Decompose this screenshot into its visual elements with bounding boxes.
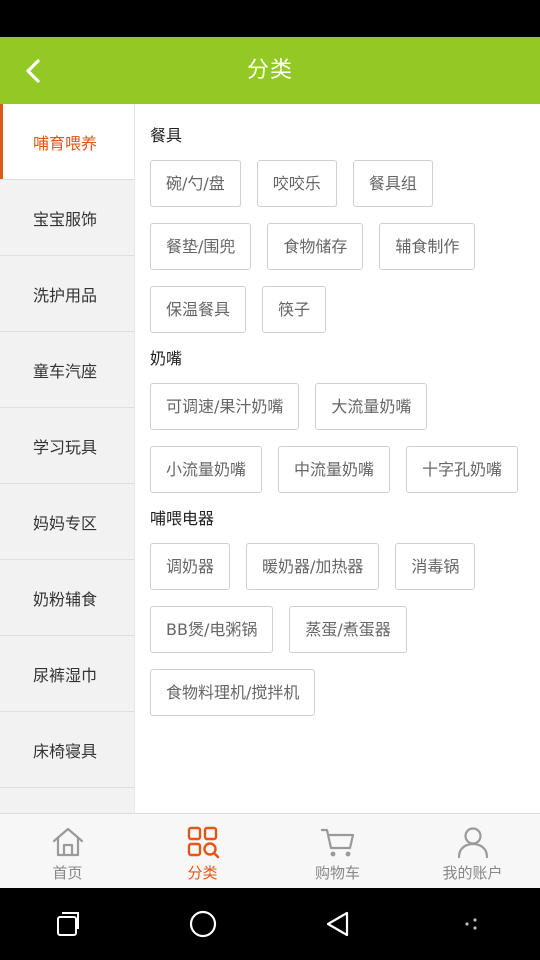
tag-button[interactable]: 餐具组 (352, 160, 433, 207)
sidebar-item-strollers[interactable]: 童车汽座 (0, 332, 134, 408)
tag-button[interactable]: 咬咬乐 (256, 160, 337, 207)
system-nav-bar (0, 888, 540, 960)
bottom-tab-bar: 首页 分类 购物车 我的账户 (0, 813, 540, 889)
dots-icon (464, 918, 477, 930)
tag-button[interactable]: 食物储存 (267, 223, 364, 270)
tab-cart[interactable]: 购物车 (270, 814, 405, 889)
section-title: 奶嘴 (150, 349, 183, 368)
tag-button[interactable]: 暖奶器/加热器 (246, 543, 380, 590)
tag-button[interactable]: 碗/勺/盘 (150, 160, 241, 207)
tag-group: 碗/勺/盘 咬咬乐 餐具组 餐垫/围兜 食物储存 辅食制作 保温餐具 筷子 (135, 146, 540, 349)
sidebar-item-mom[interactable]: 妈妈专区 (0, 484, 134, 560)
sidebar-item-toys[interactable]: 学习玩具 (0, 408, 134, 484)
tab-account[interactable]: 我的账户 (405, 814, 540, 889)
sidebar-item-label: 学习玩具 (33, 437, 98, 457)
sidebar-item-formula[interactable]: 奶粉辅食 (0, 560, 134, 636)
sidebar-item-partial[interactable] (0, 788, 134, 813)
tag-button[interactable]: 中流量奶嘴 (278, 446, 391, 493)
sidebar-item-diapers[interactable]: 尿裤湿巾 (0, 636, 134, 712)
sidebar-item-bedding[interactable]: 床椅寝具 (0, 712, 134, 788)
status-bar (0, 0, 540, 37)
page-title: 分类 (246, 58, 293, 83)
recent-apps-icon (56, 912, 79, 936)
home-circle-icon (189, 910, 216, 938)
tab-category[interactable]: 分类 (135, 814, 270, 889)
tag-button[interactable]: 蒸蛋/煮蛋器 (289, 606, 407, 653)
sidebar-item-label: 洗护用品 (33, 285, 98, 305)
section-title: 餐具 (150, 126, 183, 145)
tag-button[interactable]: 消毒锅 (395, 543, 476, 590)
tag-group: 可调速/果汁奶嘴 大流量奶嘴 小流量奶嘴 中流量奶嘴 十字孔奶嘴 (135, 369, 540, 509)
tag-button[interactable]: 大流量奶嘴 (315, 383, 428, 430)
category-icon (184, 824, 222, 860)
tab-label: 购物车 (314, 864, 360, 882)
menu-dots-button[interactable] (443, 894, 503, 954)
tag-button[interactable]: BB煲/电粥锅 (150, 606, 274, 653)
sidebar-item-label: 奶粉辅食 (33, 589, 98, 609)
tag-button[interactable]: 十字孔奶嘴 (406, 446, 519, 493)
sidebar-item-label: 妈妈专区 (33, 513, 98, 533)
tab-label: 我的账户 (442, 864, 503, 882)
back-nav-button[interactable] (308, 894, 368, 954)
sidebar-item-label: 床椅寝具 (33, 741, 98, 761)
sidebar-item-care[interactable]: 洗护用品 (0, 256, 134, 332)
header-bar: 分类 (0, 37, 540, 104)
tag-button[interactable]: 餐垫/围兜 (150, 223, 252, 270)
home-icon (49, 824, 87, 860)
tag-button[interactable]: 小流量奶嘴 (150, 446, 263, 493)
tag-button[interactable]: 筷子 (262, 286, 327, 333)
sidebar-item-label: 宝宝服饰 (33, 209, 98, 229)
sidebar-item-label: 尿裤湿巾 (33, 665, 98, 685)
tag-button[interactable]: 可调速/果汁奶嘴 (150, 383, 300, 430)
tag-group: 调奶器 暖奶器/加热器 消毒锅 BB煲/电粥锅 蒸蛋/煮蛋器 食物料理机/搅拌机 (135, 529, 540, 732)
sidebar-item-label: 童车汽座 (33, 361, 98, 381)
back-triangle-icon (326, 911, 348, 937)
subcategory-panel: 餐具 碗/勺/盘 咬咬乐 餐具组 餐垫/围兜 食物储存 辅食制作 保温餐具 筷子… (135, 104, 540, 813)
tab-label: 分类 (187, 864, 218, 882)
tag-button[interactable]: 食物料理机/搅拌机 (150, 669, 316, 716)
cart-icon (319, 824, 357, 860)
section-title: 哺喂电器 (150, 509, 215, 528)
tag-button[interactable]: 辅食制作 (379, 223, 476, 270)
home-button[interactable] (173, 894, 233, 954)
tag-button[interactable]: 保温餐具 (150, 286, 247, 333)
category-sidebar: 哺育喂养 宝宝服饰 洗护用品 童车汽座 学习玩具 妈妈专区 奶粉辅食 尿裤湿巾 … (0, 104, 135, 813)
sidebar-item-clothing[interactable]: 宝宝服饰 (0, 180, 134, 256)
tag-button[interactable]: 调奶器 (150, 543, 231, 590)
account-icon (454, 824, 492, 860)
sidebar-item-label: 哺育喂养 (33, 133, 98, 153)
recent-apps-button[interactable] (38, 894, 98, 954)
sidebar-item-feeding[interactable]: 哺育喂养 (0, 104, 134, 180)
tab-home[interactable]: 首页 (0, 814, 135, 889)
tab-label: 首页 (52, 864, 83, 882)
